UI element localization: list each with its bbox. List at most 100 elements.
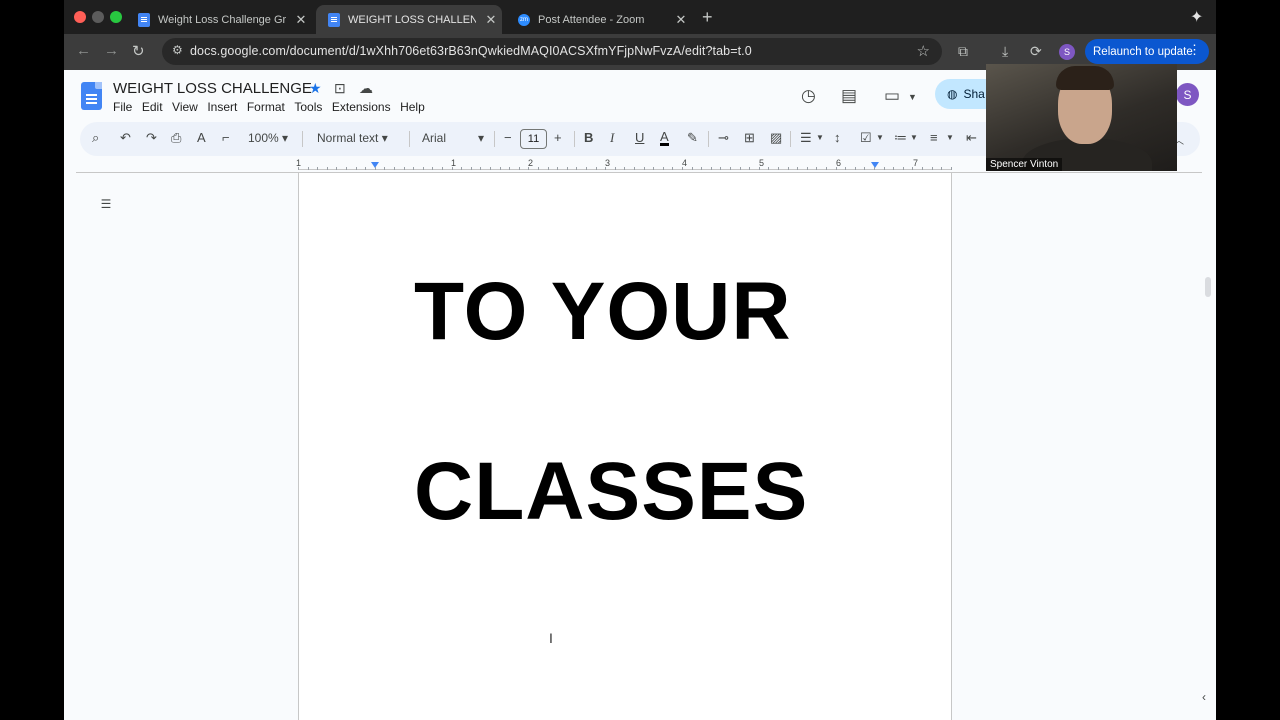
ruler-tick — [797, 167, 799, 170]
star-icon[interactable]: ★ — [309, 80, 322, 97]
close-icon[interactable]: ✕ — [674, 12, 688, 28]
menu-tools[interactable]: Tools — [294, 100, 322, 114]
google-docs-logo-icon[interactable] — [81, 82, 102, 110]
text-color-icon[interactable]: A — [660, 130, 669, 146]
document-text-line[interactable]: CLASSES — [414, 445, 808, 539]
redo-icon[interactable]: ↷ — [146, 130, 157, 146]
sparkle-icon[interactable]: ✦ — [1190, 7, 1203, 27]
chevron-down-icon[interactable]: ▼ — [816, 133, 824, 142]
decrease-indent-icon[interactable]: ⇤ — [966, 130, 977, 146]
back-arrow-icon[interactable]: ← — [76, 42, 91, 59]
line-spacing-icon[interactable]: ↕ — [834, 130, 841, 145]
document-text-line[interactable]: TO YOUR — [414, 265, 792, 359]
close-icon[interactable]: ✕ — [484, 12, 498, 28]
cloud-saved-icon[interactable]: ☁ — [359, 80, 373, 97]
ruler-tick — [336, 167, 338, 170]
insert-image-icon[interactable]: ▨ — [770, 130, 782, 146]
ruler-tick — [710, 167, 712, 170]
ruler-tick — [490, 167, 491, 170]
menu-help[interactable]: Help — [400, 100, 425, 114]
chevron-down-icon[interactable]: ▼ — [910, 133, 918, 142]
minimize-window-button[interactable] — [92, 11, 104, 23]
url-text[interactable]: docs.google.com/document/d/1wXhh706et63r… — [190, 44, 752, 58]
reload-icon[interactable]: ↻ — [132, 42, 145, 60]
close-icon[interactable]: ✕ — [294, 12, 308, 28]
highlight-icon[interactable]: ✎ — [687, 130, 698, 146]
zoom-select[interactable]: 100% ▾ — [248, 131, 288, 145]
search-menus-icon[interactable]: ⌕ — [92, 130, 99, 146]
history-icon[interactable]: ◷ — [801, 86, 816, 106]
document-title[interactable]: WEIGHT LOSS CHALLENGE — [113, 80, 312, 97]
increase-font-size-icon[interactable]: + — [554, 130, 562, 145]
relaunch-button[interactable]: Relaunch to update ⋮ — [1085, 39, 1209, 64]
bold-icon[interactable]: B — [584, 130, 593, 145]
menu-insert[interactable]: Insert — [207, 100, 237, 114]
font-select[interactable]: Arial ▾ — [422, 131, 484, 145]
ruler-tick — [403, 167, 405, 170]
more-vert-icon[interactable]: ⋮ — [1188, 42, 1201, 58]
ruler-tick — [298, 167, 299, 170]
divider — [494, 131, 495, 147]
vertical-scrollbar-thumb[interactable] — [1205, 277, 1211, 297]
add-comment-icon[interactable]: ⊞ — [744, 130, 755, 146]
menu-format[interactable]: Format — [247, 100, 285, 114]
browser-tab[interactable]: zm Post Attendee - Zoom ✕ — [506, 5, 692, 34]
bookmark-star-icon[interactable]: ☆ — [917, 42, 930, 60]
user-avatar[interactable]: S — [1176, 83, 1199, 106]
browser-tab-active[interactable]: WEIGHT LOSS CHALLENGE - ✕ — [316, 5, 502, 34]
font-size-input[interactable]: 11 — [520, 129, 547, 149]
document-outline-icon[interactable]: ☰ — [95, 193, 117, 215]
address-bar[interactable]: ⚙ docs.google.com/document/d/1wXhh706et6… — [162, 38, 942, 65]
menu-edit[interactable]: Edit — [142, 100, 163, 114]
right-indent-marker[interactable] — [871, 162, 879, 168]
horizontal-ruler[interactable]: 1 1 2 3 4 5 6 7 — [296, 158, 952, 172]
menu-extensions[interactable]: Extensions — [332, 100, 391, 114]
decrease-font-size-icon[interactable]: − — [504, 130, 512, 145]
ruler-tick — [634, 167, 635, 170]
extensions-icon[interactable]: ⟳ — [1030, 43, 1042, 60]
link-icon[interactable]: ⊸ — [718, 130, 729, 146]
relaunch-label: Relaunch to update — [1093, 45, 1193, 58]
site-info-icon[interactable]: ⚙ — [172, 43, 183, 57]
browser-tab[interactable]: Weight Loss Challenge Grail: ✕ — [126, 5, 312, 34]
ruler-tick — [691, 167, 693, 170]
style-select[interactable]: Normal text ▾ — [317, 131, 388, 145]
ruler-tick — [451, 167, 453, 170]
meet-video-icon[interactable]: ▭ — [884, 86, 900, 106]
tab-strip: Weight Loss Challenge Grail: ✕ WEIGHT LO… — [64, 0, 1216, 34]
chevron-down-icon[interactable]: ▼ — [946, 133, 954, 142]
menu-file[interactable]: File — [113, 100, 132, 114]
document-page[interactable]: TO YOUR CLASSES I — [298, 173, 952, 720]
maximize-window-button[interactable] — [110, 11, 122, 23]
ruler-tick — [874, 167, 875, 170]
profile-avatar[interactable]: S — [1059, 44, 1075, 60]
ruler-tick — [547, 167, 549, 170]
chevron-left-icon[interactable]: ‹ — [1202, 690, 1206, 704]
ruler-tick — [720, 167, 722, 170]
cast-icon[interactable]: ⧉ — [958, 43, 968, 60]
ruler-tick — [394, 167, 395, 170]
spellcheck-icon[interactable]: A — [197, 130, 206, 145]
new-tab-button[interactable]: + — [702, 7, 713, 28]
undo-icon[interactable]: ↶ — [120, 130, 131, 146]
forward-arrow-icon[interactable]: → — [104, 42, 119, 59]
checklist-icon[interactable]: ☑ — [860, 130, 872, 146]
download-icon[interactable]: ⤓ — [1002, 43, 1008, 60]
underline-icon[interactable]: U — [635, 130, 644, 145]
menu-view[interactable]: View — [172, 100, 198, 114]
ruler-tick — [662, 167, 664, 170]
align-left-icon[interactable]: ☰ — [800, 130, 812, 146]
italic-icon[interactable]: I — [610, 130, 614, 146]
print-icon[interactable]: ⎙ — [171, 130, 181, 146]
numbered-list-icon[interactable]: ≡ — [930, 130, 938, 145]
bulleted-list-icon[interactable]: ≔ — [894, 130, 907, 146]
paint-format-icon[interactable]: ⌐ — [222, 130, 230, 145]
ruler-tick — [480, 167, 482, 170]
move-folder-icon[interactable]: ⊡ — [334, 80, 346, 97]
chevron-down-icon[interactable]: ▼ — [876, 133, 884, 142]
comments-icon[interactable]: ▤ — [841, 86, 857, 106]
chevron-down-icon[interactable]: ▼ — [908, 92, 917, 102]
close-window-button[interactable] — [74, 11, 86, 23]
ruler-tick — [499, 167, 501, 170]
zoom-video-tile[interactable]: Spencer Vinton — [986, 64, 1177, 171]
